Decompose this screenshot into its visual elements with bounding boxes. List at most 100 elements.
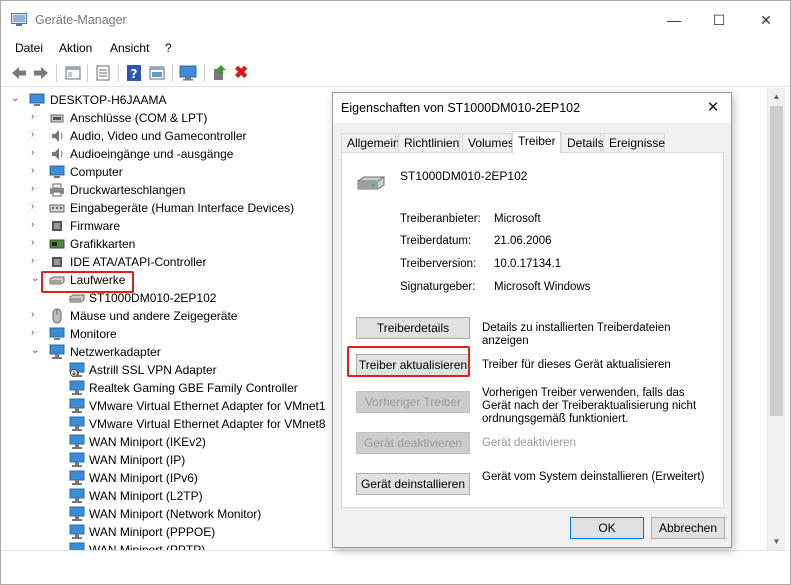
expand-chevron-icon[interactable]: › <box>31 111 41 123</box>
disable-device-button[interactable]: Gerät deaktivieren <box>356 432 470 454</box>
tree-item-label: Netzwerkadapter <box>70 345 161 359</box>
properties-dialog: Eigenschaften von ST1000DM010-2EP102 ✕ A… <box>332 92 732 548</box>
ok-button[interactable]: OK <box>570 517 644 539</box>
console-tree-icon[interactable] <box>94 64 112 82</box>
monitor-icon <box>49 326 65 342</box>
tree-item-label: Computer <box>70 165 123 179</box>
network-adapter-icon <box>69 398 85 414</box>
tree-item-label: WAN Miniport (PPTP) <box>89 543 206 550</box>
hard-drive-icon <box>357 176 385 190</box>
chip-icon <box>49 254 65 270</box>
view-icon[interactable] <box>148 64 166 82</box>
window-title: Geräte-Manager <box>35 13 127 27</box>
tree-item-label: Monitore <box>70 327 117 341</box>
close-button[interactable]: ✕ <box>743 1 789 39</box>
tree-item-label: VMware Virtual Ethernet Adapter for VMne… <box>89 417 326 431</box>
value-driver-provider: Microsoft <box>494 213 541 225</box>
tree-item-label: Realtek Gaming GBE Family Controller <box>89 381 298 395</box>
expand-chevron-icon[interactable]: › <box>31 129 41 141</box>
tree-item-label: Druckwarteschlangen <box>70 183 186 197</box>
monitor-icon[interactable] <box>179 64 197 82</box>
label-driver-date: Treiberdatum: <box>400 235 472 247</box>
scroll-up-arrow-icon[interactable]: ▲ <box>768 88 785 105</box>
scrollbar-thumb[interactable] <box>770 106 783 416</box>
menu-ansicht[interactable]: Ansicht <box>110 41 149 55</box>
network-adapter-icon <box>69 488 85 504</box>
back-icon[interactable] <box>10 64 28 82</box>
tree-item-label: Audio, Video und Gamecontroller <box>70 129 247 143</box>
help-icon[interactable]: ? <box>125 64 143 82</box>
expand-chevron-icon[interactable]: › <box>31 165 41 177</box>
forward-icon[interactable] <box>32 64 50 82</box>
expand-chevron-icon[interactable]: › <box>31 237 41 249</box>
label-signer: Signaturgeber: <box>400 281 476 293</box>
tree-item-label: Mäuse und andere Zeigegeräte <box>70 309 238 323</box>
network-adapter-icon <box>69 506 85 522</box>
network-adapter-icon <box>69 380 85 396</box>
tab-richtlinien[interactable]: Richtlinien <box>398 133 460 153</box>
tree-item-label: Grafikkarten <box>70 237 136 251</box>
properties-icon[interactable] <box>64 64 82 82</box>
uninstall-icon[interactable]: ✖ <box>234 64 252 82</box>
title-bar: Geräte-Manager — ☐ ✕ <box>1 1 790 39</box>
hid-icon <box>49 200 65 216</box>
tab-ereignisse[interactable]: Ereignisse <box>603 133 665 153</box>
tree-item-label: Firmware <box>70 219 120 233</box>
tree-item-label: Eingabegeräte (Human Interface Devices) <box>70 201 295 215</box>
cancel-button[interactable]: Abbrechen <box>651 517 725 539</box>
computer-icon <box>29 92 45 108</box>
menu-bar: Datei Aktion Ansicht ? <box>1 39 790 59</box>
network-adapter-icon <box>69 452 85 468</box>
collapse-chevron-icon[interactable]: ⌄ <box>31 273 41 285</box>
disable-device-desc: Gerät deaktivieren <box>482 437 576 449</box>
tab-treiber[interactable]: Treiber <box>512 131 561 154</box>
label-driver-version: Treiberversion: <box>400 258 477 270</box>
dialog-title-bar: Eigenschaften von ST1000DM010-2EP102 ✕ <box>333 93 731 123</box>
expand-chevron-icon[interactable]: › <box>31 201 41 213</box>
scroll-down-arrow-icon[interactable]: ▼ <box>768 533 785 550</box>
driver-details-desc: Details zu installierten Treiberdateien … <box>482 322 671 347</box>
dialog-close-button[interactable]: ✕ <box>703 98 723 118</box>
network-adapter-icon <box>69 524 85 540</box>
network-adapter-icon <box>49 344 65 360</box>
tab-details[interactable]: Details <box>561 133 604 153</box>
update-driver-icon[interactable] <box>211 64 229 82</box>
uninstall-device-desc: Gerät vom System deinstallieren (Erweite… <box>482 471 705 483</box>
uninstall-device-button[interactable]: Gerät deinstallieren <box>356 473 470 495</box>
tree-item-label: WAN Miniport (IKEv2) <box>89 435 206 449</box>
toolbar-separator <box>172 64 173 82</box>
menu-aktion[interactable]: Aktion <box>59 41 92 55</box>
expand-chevron-icon[interactable]: › <box>31 327 41 339</box>
expand-chevron-icon[interactable]: › <box>31 219 41 231</box>
tab-volumes[interactable]: Volumes <box>462 133 514 153</box>
tree-item-label: IDE ATA/ATAPI-Controller <box>70 255 207 269</box>
label-driver-provider: Treiberanbieter: <box>400 213 481 225</box>
value-signer: Microsoft Windows <box>494 281 591 293</box>
expand-chevron-icon[interactable]: › <box>31 183 41 195</box>
tab-allgemein[interactable]: Allgemein <box>341 133 400 153</box>
device-name: ST1000DM010-2EP102 <box>400 169 528 183</box>
expand-chevron-icon[interactable]: › <box>31 147 41 159</box>
computer-icon <box>49 164 65 180</box>
network-adapter-icon <box>69 434 85 450</box>
value-driver-version: 10.0.17134.1 <box>494 258 562 270</box>
expand-chevron-icon[interactable]: › <box>31 309 41 321</box>
tree-item-label: Astrill SSL VPN Adapter <box>89 363 217 377</box>
maximize-button[interactable]: ☐ <box>696 1 742 39</box>
driver-details-button[interactable]: Treiberdetails <box>356 317 470 339</box>
tree-item-label: WAN Miniport (Network Monitor) <box>89 507 262 521</box>
dialog-title: Eigenschaften von ST1000DM010-2EP102 <box>341 101 581 115</box>
menu-datei[interactable]: Datei <box>15 41 43 55</box>
tree-item-label: WAN Miniport (L2TP) <box>89 489 203 503</box>
collapse-chevron-icon[interactable]: ⌄ <box>31 345 41 357</box>
collapse-chevron-icon[interactable]: ⌄ <box>11 93 21 105</box>
vertical-scrollbar[interactable]: ▲ ▼ <box>767 88 785 550</box>
expand-chevron-icon[interactable]: › <box>31 255 41 267</box>
menu-help[interactable]: ? <box>165 41 172 55</box>
rollback-driver-button[interactable]: Vorheriger Treiber <box>356 391 470 413</box>
minimize-button[interactable]: — <box>651 1 697 39</box>
mouse-icon <box>49 308 65 324</box>
graphics-card-icon <box>49 236 65 252</box>
laufwerke-highlight-box <box>41 271 134 293</box>
network-adapter-icon <box>69 542 85 550</box>
